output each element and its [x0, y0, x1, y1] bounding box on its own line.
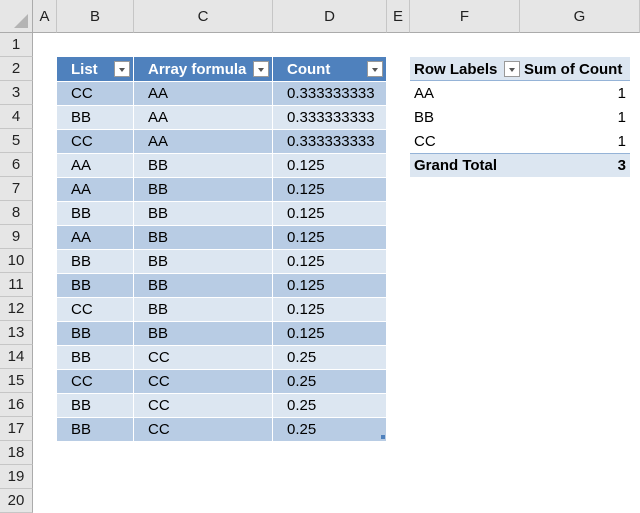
- row-header-14[interactable]: 14: [0, 345, 33, 369]
- row-header-5[interactable]: 5: [0, 129, 33, 153]
- row-header-10[interactable]: 10: [0, 249, 33, 273]
- filter-dropdown-icon[interactable]: [114, 61, 130, 77]
- table-header-count[interactable]: Count: [273, 57, 387, 81]
- table-cell-count[interactable]: 0.333333333: [273, 105, 387, 129]
- pivot-sum-header[interactable]: Sum of Count: [524, 57, 622, 81]
- pivot-row-value[interactable]: 1: [618, 105, 626, 129]
- table-cell-count[interactable]: 0.125: [273, 297, 387, 321]
- row-header-13[interactable]: 13: [0, 321, 33, 345]
- table-cell-list[interactable]: CC: [57, 129, 134, 153]
- row-header-19[interactable]: 19: [0, 465, 33, 489]
- column-header-E[interactable]: E: [387, 0, 410, 33]
- table-cell-list[interactable]: BB: [57, 393, 134, 417]
- table-cell-array-formula[interactable]: BB: [134, 273, 273, 297]
- pivot-row-value[interactable]: 1: [618, 129, 626, 153]
- table-cell-count[interactable]: 0.125: [273, 273, 387, 297]
- table-cell-array-formula[interactable]: BB: [134, 153, 273, 177]
- column-header-G[interactable]: G: [520, 0, 640, 33]
- table-cell-list[interactable]: CC: [57, 369, 134, 393]
- table-cell-list[interactable]: BB: [57, 249, 134, 273]
- column-header-F[interactable]: F: [410, 0, 520, 33]
- table-cell-list[interactable]: BB: [57, 273, 134, 297]
- table-cell-list[interactable]: BB: [57, 105, 134, 129]
- pivot-row-label[interactable]: CC: [414, 129, 436, 153]
- pivot-row-label[interactable]: AA: [414, 81, 434, 105]
- table-cell-list[interactable]: AA: [57, 153, 134, 177]
- column-header-D[interactable]: D: [273, 0, 387, 33]
- table-cell-list[interactable]: CC: [57, 81, 134, 105]
- table-cell-list[interactable]: AA: [57, 177, 134, 201]
- column-header-C[interactable]: C: [134, 0, 273, 33]
- filter-dropdown-icon[interactable]: [253, 61, 269, 77]
- table-cell-count[interactable]: 0.25: [273, 369, 387, 393]
- table-cell-count[interactable]: 0.25: [273, 393, 387, 417]
- row-header-7[interactable]: 7: [0, 177, 33, 201]
- row-header-3[interactable]: 3: [0, 81, 33, 105]
- column-header-B[interactable]: B: [57, 0, 134, 33]
- table-cell-array-formula[interactable]: BB: [134, 177, 273, 201]
- pivot-row-value[interactable]: 1: [618, 81, 626, 105]
- table-cell-list[interactable]: BB: [57, 321, 134, 345]
- table-cell-count[interactable]: 0.25: [273, 417, 387, 441]
- table-cell-array-formula[interactable]: BB: [134, 249, 273, 273]
- row-header-9[interactable]: 9: [0, 225, 33, 249]
- row-header-12[interactable]: 12: [0, 297, 33, 321]
- row-header-15[interactable]: 15: [0, 369, 33, 393]
- table-cell-array-formula[interactable]: CC: [134, 369, 273, 393]
- table-cell-array-formula[interactable]: AA: [134, 105, 273, 129]
- row-header-1[interactable]: 1: [0, 33, 33, 57]
- table-header-list[interactable]: List: [57, 57, 134, 81]
- filter-dropdown-icon[interactable]: [367, 61, 383, 77]
- table-cell-list[interactable]: BB: [57, 417, 134, 441]
- row-header-8[interactable]: 8: [0, 201, 33, 225]
- row-header-2[interactable]: 2: [0, 57, 33, 81]
- table-cell-list[interactable]: BB: [57, 201, 134, 225]
- table-cell-list[interactable]: CC: [57, 297, 134, 321]
- table-cell-count[interactable]: 0.125: [273, 321, 387, 345]
- table-cell-array-formula[interactable]: CC: [134, 417, 273, 441]
- column-header-A[interactable]: A: [33, 0, 57, 33]
- table-cell-array-formula[interactable]: AA: [134, 81, 273, 105]
- row-header-20[interactable]: 20: [0, 489, 33, 513]
- row-header-18[interactable]: 18: [0, 441, 33, 465]
- row-header-6[interactable]: 6: [0, 153, 33, 177]
- table-cell-list[interactable]: BB: [57, 345, 134, 369]
- row-header-11[interactable]: 11: [0, 273, 33, 297]
- table-resize-handle[interactable]: [381, 435, 385, 439]
- row-header-17[interactable]: 17: [0, 417, 33, 441]
- pivot-grand-total-label[interactable]: Grand Total: [414, 153, 497, 177]
- pivot-row-label[interactable]: BB: [414, 105, 434, 129]
- table-cell-count[interactable]: 0.125: [273, 201, 387, 225]
- table-cell-count[interactable]: 0.333333333: [273, 129, 387, 153]
- table-cell-array-formula[interactable]: CC: [134, 345, 273, 369]
- table-cell-array-formula[interactable]: CC: [134, 393, 273, 417]
- table-cell-array-formula[interactable]: BB: [134, 225, 273, 249]
- table-header-array-formula[interactable]: Array formula: [134, 57, 273, 81]
- table-cell-list[interactable]: AA: [57, 225, 134, 249]
- table-cell-count[interactable]: 0.125: [273, 153, 387, 177]
- pivot-grand-total-value[interactable]: 3: [618, 153, 626, 177]
- table-cell-array-formula[interactable]: BB: [134, 297, 273, 321]
- row-header-4[interactable]: 4: [0, 105, 33, 129]
- table-cell-array-formula[interactable]: BB: [134, 201, 273, 225]
- row-header-16[interactable]: 16: [0, 393, 33, 417]
- table-cell-array-formula[interactable]: BB: [134, 321, 273, 345]
- table-cell-count[interactable]: 0.125: [273, 225, 387, 249]
- table-cell-count[interactable]: 0.333333333: [273, 81, 387, 105]
- pivot-filter-dropdown-icon[interactable]: [504, 61, 520, 77]
- table-cell-count[interactable]: 0.125: [273, 249, 387, 273]
- table-cell-count[interactable]: 0.125: [273, 177, 387, 201]
- table-cell-array-formula[interactable]: AA: [134, 129, 273, 153]
- select-all-corner[interactable]: [0, 0, 33, 33]
- table-cell-count[interactable]: 0.25: [273, 345, 387, 369]
- pivot-row-labels-header[interactable]: Row Labels: [414, 57, 497, 81]
